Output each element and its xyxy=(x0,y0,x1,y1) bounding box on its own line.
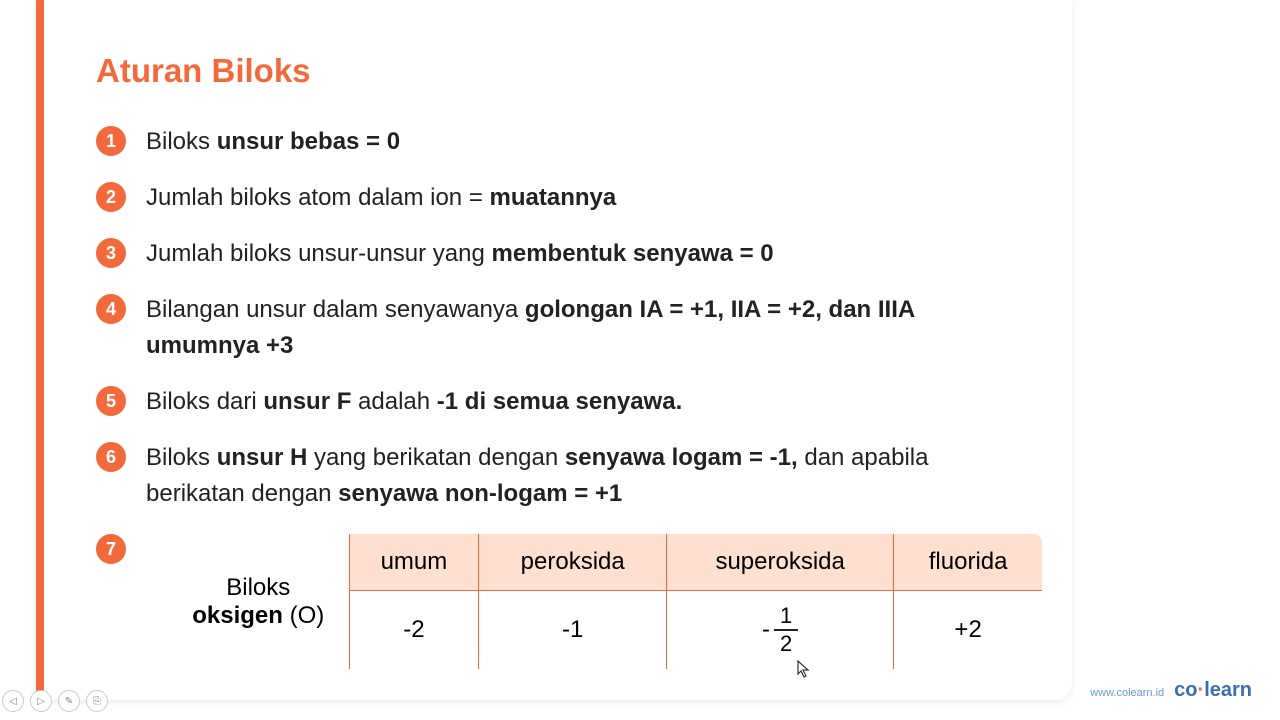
next-icon[interactable]: ▷ xyxy=(30,690,52,712)
col-superoksida: superoksida xyxy=(667,533,894,591)
accent-bar xyxy=(36,0,44,700)
toolbar: ◁ ▷ ✎ ⎘ xyxy=(2,690,108,712)
bullet-5: 5 xyxy=(96,386,126,416)
val-fluorida: +2 xyxy=(894,591,1043,671)
col-umum: umum xyxy=(349,533,479,591)
bullet-7: 7 xyxy=(96,534,126,564)
footer: www.colearn.id co·learn xyxy=(1090,679,1252,702)
rule-text-2: Jumlah biloks atom dalam ion = muatannya xyxy=(146,180,616,216)
val-umum: -2 xyxy=(349,591,479,671)
rule-text-3: Jumlah biloks unsur-unsur yang membentuk… xyxy=(146,236,774,272)
bullet-2: 2 xyxy=(96,182,126,212)
val-peroksida: -1 xyxy=(479,591,667,671)
rule-text-5: Biloks dari unsur F adalah -1 di semua s… xyxy=(146,384,682,420)
rule-7: 7 Biloks oksigen (O) umum peroksida supe… xyxy=(96,532,1012,671)
rule-text-1: Biloks unsur bebas = 0 xyxy=(146,124,400,160)
col-fluorida: fluorida xyxy=(894,533,1043,591)
pencil-icon[interactable]: ✎ xyxy=(58,690,80,712)
rule-text-6: Biloks unsur H yang berikatan dengan sen… xyxy=(146,440,1012,512)
row-header: Biloks oksigen (O) xyxy=(167,533,349,670)
bullet-3: 3 xyxy=(96,238,126,268)
table-row: Biloks oksigen (O) umum peroksida supero… xyxy=(167,533,1043,591)
rule-4: 4 Bilangan unsur dalam senyawanya golong… xyxy=(96,292,1012,364)
prev-icon[interactable]: ◁ xyxy=(2,690,24,712)
rule-6: 6 Biloks unsur H yang berikatan dengan s… xyxy=(96,440,1012,512)
val-superoksida: - 1 2 xyxy=(667,591,894,671)
rule-2: 2 Jumlah biloks atom dalam ion = muatann… xyxy=(96,180,1012,216)
footer-url: www.colearn.id xyxy=(1090,687,1164,699)
slide-card: Aturan Biloks 1 Biloks unsur bebas = 0 2… xyxy=(36,0,1072,700)
rule-list: 1 Biloks unsur bebas = 0 2 Jumlah biloks… xyxy=(96,124,1012,671)
page-title: Aturan Biloks xyxy=(96,52,1012,90)
rule-5: 5 Biloks dari unsur F adalah -1 di semua… xyxy=(96,384,1012,420)
rule-1: 1 Biloks unsur bebas = 0 xyxy=(96,124,1012,160)
brand-logo: co·learn xyxy=(1174,679,1252,702)
rule-3: 3 Jumlah biloks unsur-unsur yang membent… xyxy=(96,236,1012,272)
copy-icon[interactable]: ⎘ xyxy=(86,690,108,712)
slide-content: Aturan Biloks 1 Biloks unsur bebas = 0 2… xyxy=(36,0,1072,691)
bullet-4: 4 xyxy=(96,294,126,324)
oxygen-table: Biloks oksigen (O) umum peroksida supero… xyxy=(166,532,1044,671)
table-wrap: Biloks oksigen (O) umum peroksida supero… xyxy=(166,532,1044,671)
rule-text-4: Bilangan unsur dalam senyawanya golongan… xyxy=(146,292,1012,364)
bullet-1: 1 xyxy=(96,126,126,156)
col-peroksida: peroksida xyxy=(479,533,667,591)
fraction: 1 2 xyxy=(774,605,798,655)
bullet-6: 6 xyxy=(96,442,126,472)
